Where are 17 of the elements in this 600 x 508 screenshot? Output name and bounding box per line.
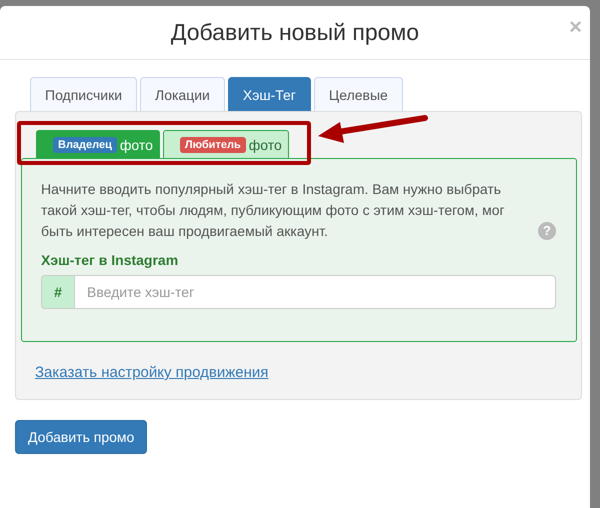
tab[interactable]: Целевые	[314, 77, 403, 111]
add-promo-button[interactable]: Добавить промо	[15, 420, 148, 454]
sub-tab-label: фото	[248, 136, 282, 152]
hash-addon: #	[41, 275, 74, 309]
description-text: Начните вводить популярный хэш-тег в Instagram. Вам нужно выбрать такой хэш-тег, чтобы людям, публикующим фото с этим хэш-тегом, мог быть интересен ваш продвигаемый аккаунт.	[41, 180, 506, 241]
dialog-title: Добавить новый промо	[170, 19, 420, 46]
tab[interactable]: Подписчики	[30, 77, 138, 111]
badge: Любитель	[180, 136, 246, 152]
sub-tab-label: фото	[120, 136, 153, 152]
hashtag-input[interactable]: Введите хэш-тег	[74, 275, 556, 309]
tab[interactable]: Локации	[140, 77, 225, 111]
tab[interactable]: Хэш-Тег	[228, 77, 311, 111]
badge: Владелец	[53, 136, 117, 152]
order-setup-link[interactable]: Заказать настройку продвижения	[35, 364, 268, 381]
sub-tab[interactable]: Владелец фото	[36, 130, 160, 158]
field-label: Хэш-тег в Instagram	[41, 252, 180, 268]
sub-tab[interactable]: Любитель фото	[162, 130, 289, 158]
